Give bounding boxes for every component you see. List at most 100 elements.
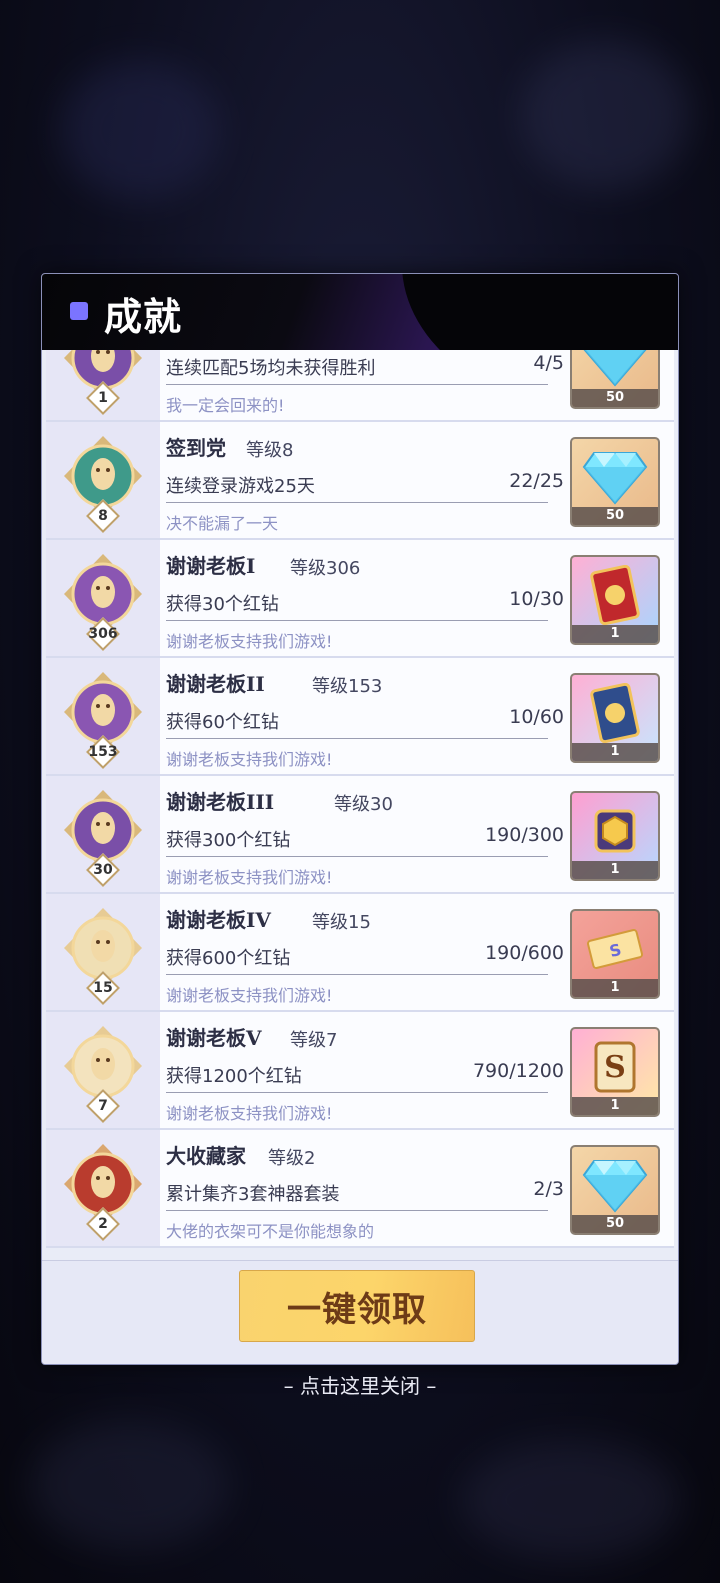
- achievement-progress: 790/1200: [472, 1060, 564, 1082]
- level-tag-number: 15: [93, 980, 113, 996]
- level-tag-number: 7: [98, 1098, 108, 1114]
- achievement-name: 大收藏家: [166, 1144, 246, 1168]
- reward-qty: 1: [572, 743, 658, 761]
- reward-qty: 50: [572, 389, 658, 407]
- achievement-flavor: 谢谢老板支持我们游戏!: [166, 986, 333, 1005]
- level-tag: 7: [86, 1089, 120, 1123]
- achievement-name: 谢谢老板IV: [166, 908, 271, 932]
- achievement-progress: 10/60: [509, 706, 564, 728]
- achievement-row: 30 谢谢老板III 等级30 获得300个红钻 190/300 谢谢老板支持我们游戏! 1: [46, 776, 674, 894]
- achievement-flavor: 决不能漏了一天: [166, 514, 279, 533]
- reward-slot[interactable]: 50: [570, 1145, 660, 1235]
- achievement-flavor: 我一定会回来的!: [166, 396, 285, 415]
- reward-qty: 1: [572, 625, 658, 643]
- level-tag-number: 30: [93, 862, 113, 878]
- claim-all-button[interactable]: 一键领取: [239, 1270, 475, 1342]
- achievement-progress: 190/600: [485, 942, 564, 964]
- reward-slot[interactable]: 1: [570, 791, 660, 881]
- achievement-desc: 获得30个红钻: [166, 594, 279, 615]
- achievement-flavor: 谢谢老板支持我们游戏!: [166, 868, 333, 887]
- achievement-name: 谢谢老板II: [166, 672, 265, 696]
- achievement-level: 等级30: [334, 794, 393, 815]
- level-tag-number: 153: [88, 744, 118, 760]
- achievement-row: 153 谢谢老板II 等级153 获得60个红钻 10/60 谢谢老板支持我们游戏! 1: [46, 658, 674, 776]
- svg-text:S: S: [604, 1050, 626, 1085]
- claim-all-label: 一键领取: [287, 1289, 427, 1330]
- background-blob: [460, 1440, 680, 1560]
- background-blob: [60, 60, 220, 200]
- title-square-icon: [70, 302, 88, 320]
- achievement-desc: 连续匹配5场均未获得胜利: [166, 358, 376, 379]
- divider: [166, 502, 548, 503]
- achievement-level: 等级8: [246, 440, 294, 461]
- level-tag-number: 2: [98, 1216, 108, 1232]
- divider: [166, 1092, 548, 1093]
- background-blob: [520, 40, 690, 190]
- achievement-desc: 获得60个红钻: [166, 712, 279, 733]
- achievement-level: 等级306: [290, 558, 361, 579]
- reward-qty: 1: [572, 1097, 658, 1115]
- achievement-level: 等级153: [312, 676, 383, 697]
- achievement-desc: 获得300个红钻: [166, 830, 291, 851]
- divider: [166, 1210, 548, 1211]
- divider: [166, 384, 548, 385]
- level-tag: 8: [86, 499, 120, 533]
- achievement-level: 等级2: [268, 1148, 316, 1169]
- badge-area: 15: [46, 894, 160, 1010]
- achievement-list[interactable]: 1 连续匹配5场均未获得胜利 4/5 我一定会回来的! 50 8 签到党 等级8 连续登录游戏2…: [46, 350, 674, 1250]
- achievement-desc: 累计集齐3套神器套装: [166, 1184, 340, 1205]
- achievement-flavor: 谢谢老板支持我们游戏!: [166, 1104, 333, 1123]
- achievement-row: 7 谢谢老板V 等级7 获得1200个红钻 790/1200 谢谢老板支持我们游戏! S 1: [46, 1012, 674, 1130]
- achievement-name: 谢谢老板III: [166, 790, 275, 814]
- reward-qty: 50: [572, 507, 658, 525]
- level-tag: 15: [86, 971, 120, 1005]
- achievement-progress: 190/300: [485, 824, 564, 846]
- level-tag: 2: [86, 1207, 120, 1241]
- header-decoration: [402, 274, 678, 350]
- badge-area: 153: [46, 658, 160, 774]
- reward-slot[interactable]: 50: [570, 437, 660, 527]
- reward-slot[interactable]: 1: [570, 555, 660, 645]
- achievement-level: 等级15: [312, 912, 371, 933]
- achievement-flavor: 大佬的衣架可不是你能想象的: [166, 1222, 375, 1241]
- achievement-row: 1 连续匹配5场均未获得胜利 4/5 我一定会回来的! 50: [46, 350, 674, 422]
- reward-slot[interactable]: 50: [570, 350, 660, 409]
- achievement-level: 等级7: [290, 1030, 338, 1051]
- achievement-progress: 2/3: [533, 1178, 564, 1200]
- reward-qty: 1: [572, 861, 658, 879]
- divider: [166, 974, 548, 975]
- reward-slot[interactable]: 1: [570, 673, 660, 763]
- achievement-row: 8 签到党 等级8 连续登录游戏25天 22/25 决不能漏了一天 50: [46, 422, 674, 540]
- achievement-flavor: 谢谢老板支持我们游戏!: [166, 750, 333, 769]
- reward-slot[interactable]: S1: [570, 909, 660, 999]
- reward-qty: 1: [572, 979, 658, 997]
- divider: [166, 738, 548, 739]
- reward-qty: 50: [572, 1215, 658, 1233]
- close-hint[interactable]: – 点击这里关闭 –: [0, 1370, 720, 1399]
- level-tag-number: 1: [98, 390, 108, 406]
- badge-area: 306: [46, 540, 160, 656]
- level-tag: 30: [86, 853, 120, 887]
- background-blob: [30, 1420, 230, 1550]
- achievement-row: 2 大收藏家 等级2 累计集齐3套神器套装 2/3 大佬的衣架可不是你能想象的 50: [46, 1130, 674, 1248]
- divider: [166, 620, 548, 621]
- divider: [166, 856, 548, 857]
- achievement-desc: 获得1200个红钻: [166, 1066, 302, 1087]
- level-tag-number: 8: [98, 508, 108, 524]
- reward-slot[interactable]: S1: [570, 1027, 660, 1117]
- badge-area: 1: [46, 350, 160, 420]
- achievement-desc: 获得600个红钻: [166, 948, 291, 969]
- level-tag: 306: [86, 617, 120, 651]
- achievement-flavor: 谢谢老板支持我们游戏!: [166, 632, 333, 651]
- level-tag-number: 306: [88, 626, 118, 642]
- badge-area: 2: [46, 1130, 160, 1246]
- badge-area: 30: [46, 776, 160, 892]
- achievement-name: 谢谢老板V: [166, 1026, 262, 1050]
- modal-footer: 一键领取: [42, 1260, 678, 1364]
- achievement-row: 306 谢谢老板I 等级306 获得30个红钻 10/30 谢谢老板支持我们游戏! 1: [46, 540, 674, 658]
- achievement-progress: 4/5: [533, 352, 564, 374]
- achievements-modal: 成就 1 连续匹配5场均未获得胜利 4/5 我一定会回来的! 50 8 签到党 等级8 连续登录…: [41, 273, 679, 1365]
- achievement-progress: 22/25: [509, 470, 564, 492]
- modal-title: 成就: [104, 294, 183, 339]
- level-tag: 153: [86, 735, 120, 769]
